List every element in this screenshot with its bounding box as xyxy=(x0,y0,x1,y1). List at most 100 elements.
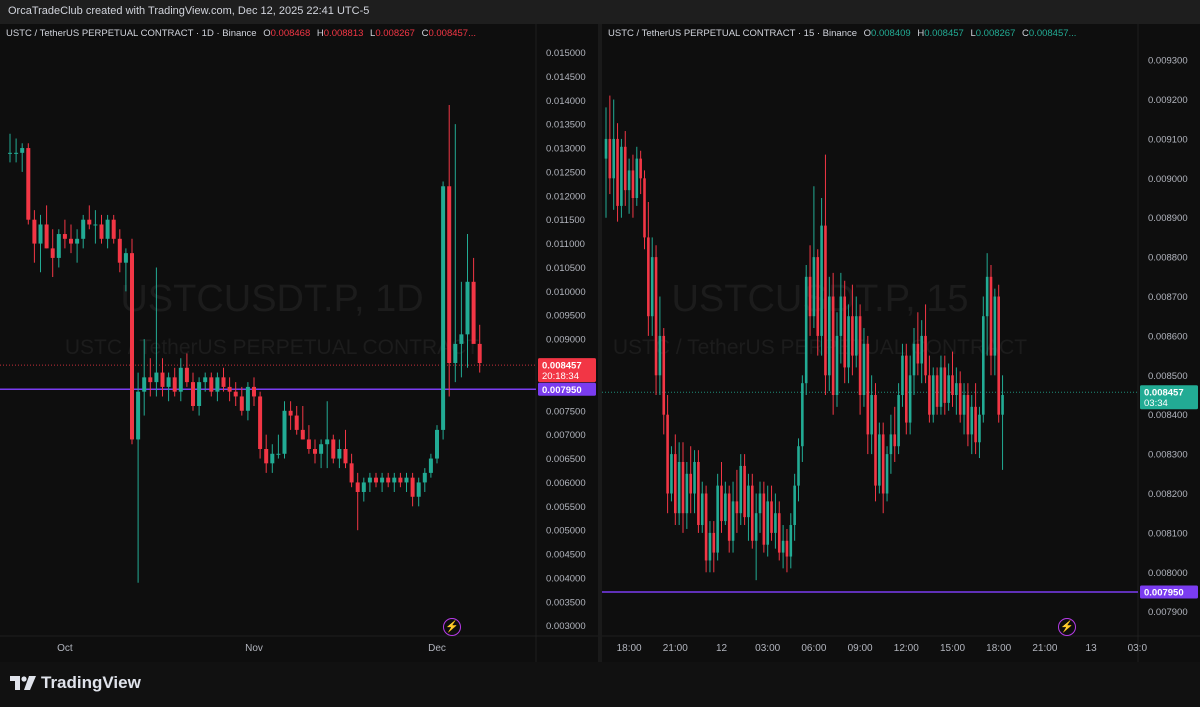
candle-body xyxy=(828,296,831,376)
candle-body xyxy=(459,334,464,344)
candle xyxy=(221,367,226,392)
candle xyxy=(685,461,689,529)
candle xyxy=(820,198,823,356)
candle xyxy=(905,343,908,435)
candle xyxy=(801,375,804,462)
candle xyxy=(747,473,750,541)
candle-body xyxy=(847,316,850,368)
y-tick-label: 0.014000 xyxy=(546,96,586,107)
candle xyxy=(404,472,409,492)
candle xyxy=(739,454,743,526)
candle xyxy=(708,521,712,573)
candle-body xyxy=(20,148,25,153)
intraday-chart-panel[interactable]: USTCUSDT.P, 15 USTC / TetherUS PERPETUAL … xyxy=(602,24,1200,662)
candle-body xyxy=(654,257,658,376)
candle xyxy=(471,257,476,344)
candle-body xyxy=(264,448,269,464)
candle-body xyxy=(804,276,808,384)
y-tick-label: 0.008800 xyxy=(1148,253,1188,264)
candle xyxy=(32,210,37,263)
candle xyxy=(735,469,739,533)
candle-body xyxy=(924,335,927,376)
candle xyxy=(870,375,873,455)
candle xyxy=(20,143,25,172)
lightning-icon[interactable]: ⚡ xyxy=(443,618,461,636)
candle-body xyxy=(367,477,372,483)
candle-body xyxy=(974,406,977,443)
last-price-label: 0.008457 xyxy=(1144,388,1184,399)
candle-body xyxy=(87,219,92,225)
y-tick-label: 0.008300 xyxy=(1148,450,1188,461)
daily-chart-svg[interactable]: USTCUSDT.P, 1D USTC / TetherUS PERPETUAL … xyxy=(0,24,598,662)
candle-body xyxy=(858,316,862,396)
x-tick-label: 21:00 xyxy=(1032,643,1057,654)
candle-body xyxy=(704,493,708,561)
candle xyxy=(770,485,773,541)
legend-symbol: USTC / TetherUS PERPETUAL CONTRACT · 1D … xyxy=(6,28,257,39)
candle xyxy=(178,358,183,402)
candle-body xyxy=(839,296,843,336)
candle-body xyxy=(44,224,49,249)
candle xyxy=(459,281,464,378)
candle xyxy=(743,454,746,526)
candle xyxy=(264,434,269,473)
candle xyxy=(191,372,195,411)
daily-chart-panel[interactable]: USTCUSDT.P, 1D USTC / TetherUS PERPETUAL … xyxy=(0,24,598,662)
candle xyxy=(105,214,110,249)
candle xyxy=(337,439,342,469)
candle-body xyxy=(465,281,470,335)
candle-body xyxy=(747,485,750,518)
candle xyxy=(386,472,391,488)
candle xyxy=(939,355,943,415)
y-tick-label: 0.004500 xyxy=(546,550,586,561)
candle-body xyxy=(889,434,893,455)
candle-body xyxy=(831,296,835,396)
y-tick-label: 0.009100 xyxy=(1148,134,1188,145)
x-tick-label: Nov xyxy=(245,643,263,654)
candle-body xyxy=(313,448,317,454)
candle xyxy=(44,205,49,249)
candle xyxy=(962,383,966,435)
candle xyxy=(172,367,177,397)
candle-body xyxy=(685,473,689,514)
tradingview-logo[interactable]: TradingView xyxy=(10,673,141,693)
candle-body xyxy=(816,257,820,336)
candle-body xyxy=(843,296,846,368)
candle-body xyxy=(874,395,877,486)
lightning-icon[interactable]: ⚡ xyxy=(1058,618,1076,636)
candle xyxy=(349,453,354,488)
y-tick-label: 0.006500 xyxy=(546,454,586,465)
candle xyxy=(99,214,104,244)
candle xyxy=(93,210,98,244)
candle-body xyxy=(209,377,214,392)
candle xyxy=(920,320,923,384)
candle-body xyxy=(955,383,958,396)
candle-body xyxy=(410,477,415,497)
candle xyxy=(441,181,446,440)
level-label: 0.007950 xyxy=(1144,587,1184,598)
candle-body xyxy=(912,343,916,376)
intraday-chart-svg[interactable]: USTCUSDT.P, 15 USTC / TetherUS PERPETUAL … xyxy=(602,24,1200,662)
candle-body xyxy=(854,316,858,356)
y-tick-label: 0.008500 xyxy=(1148,371,1188,382)
candle-body xyxy=(300,429,305,440)
y-tick-label: 0.007000 xyxy=(546,430,586,441)
candle xyxy=(789,513,793,569)
candle xyxy=(681,442,685,533)
x-tick-label: 18:00 xyxy=(617,643,642,654)
intraday-chart-legend: USTC / TetherUS PERPETUAL CONTRACT · 15 … xyxy=(608,28,1076,39)
candle xyxy=(56,229,61,268)
candle xyxy=(658,296,662,396)
y-tick-label: 0.010000 xyxy=(546,287,586,298)
candle-body xyxy=(982,316,985,415)
candle-body xyxy=(931,375,935,415)
candle-body xyxy=(117,238,122,263)
candle xyxy=(331,434,336,464)
candle-body xyxy=(620,146,623,206)
candle xyxy=(398,472,403,488)
candle-body xyxy=(693,461,696,494)
candle xyxy=(1001,375,1004,470)
candle xyxy=(50,229,55,278)
candle-body xyxy=(878,434,881,486)
candle xyxy=(258,391,263,459)
